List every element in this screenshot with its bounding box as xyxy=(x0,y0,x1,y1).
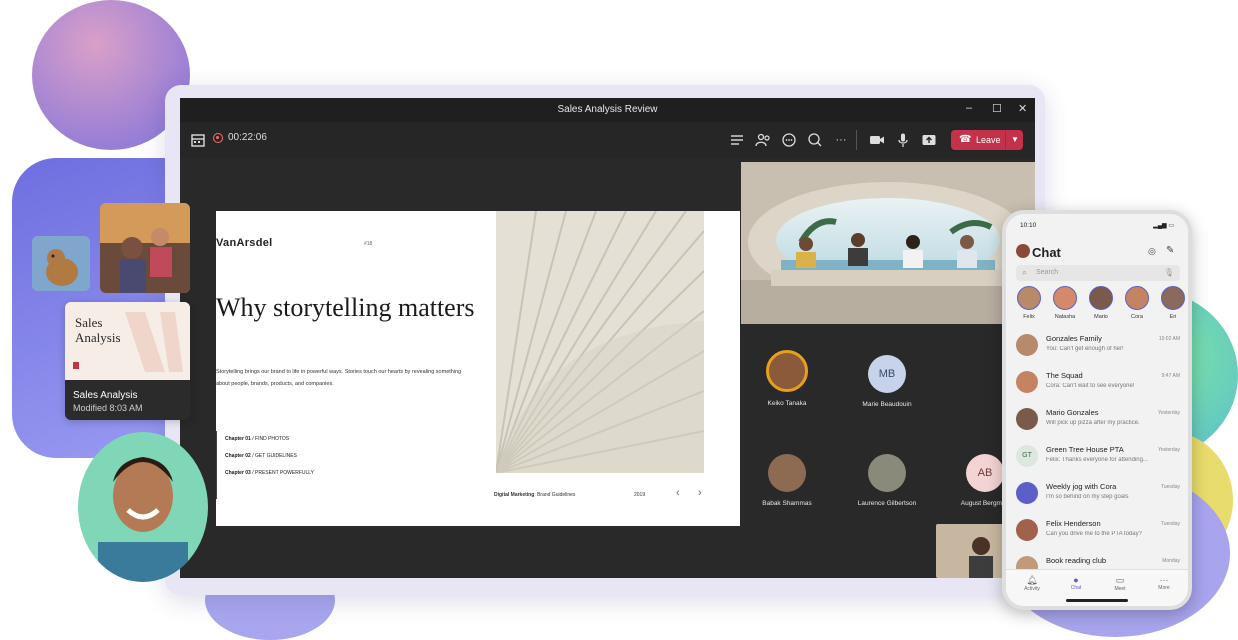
home-indicator xyxy=(1066,599,1128,602)
slide-architecture-photo xyxy=(496,211,704,473)
reactions-icon[interactable] xyxy=(806,131,824,149)
story-avatar[interactable]: Eri xyxy=(1158,286,1188,320)
slide-next-icon[interactable]: › xyxy=(698,487,702,499)
mic-icon[interactable]: 🎙︎ xyxy=(1164,268,1174,277)
more-icon[interactable]: ··· xyxy=(832,131,850,149)
avatar xyxy=(868,454,906,492)
chat-list-item[interactable]: Felix Henderson Can you drive me to the P… xyxy=(1006,514,1188,551)
shared-slide: VanArsdel #18 Why storytelling matters S… xyxy=(216,211,740,526)
avatar xyxy=(768,454,806,492)
chat-title: Chat xyxy=(1032,245,1061,260)
story-avatar[interactable]: Mario xyxy=(1086,286,1116,320)
chat-bubble-icon[interactable] xyxy=(780,131,798,149)
chapter-list: Chapter 01 / FIND PHOTOS Chapter 02 / GE… xyxy=(216,431,314,499)
signal-battery-icon: ▂▄▆ ▭ xyxy=(1153,223,1174,229)
chat-list-item[interactable]: Mario Gonzales Will pick up pizza after m… xyxy=(1006,403,1188,440)
video-call-icon[interactable]: ◎ xyxy=(1148,246,1156,257)
share-icon[interactable] xyxy=(920,131,938,149)
search-placeholder: Search xyxy=(1036,269,1059,276)
participant-name: Babak Shammas xyxy=(762,500,812,507)
minimize-icon[interactable]: – xyxy=(966,102,972,114)
avatar[interactable] xyxy=(1016,244,1030,258)
teams-meeting-window: Sales Analysis Review – ☐ ✕ 00:22:06 ···… xyxy=(180,98,1035,578)
story-avatar[interactable]: Cora xyxy=(1122,286,1152,320)
participant-name: Marie Beaudouin xyxy=(862,401,912,408)
toolbar-divider xyxy=(856,130,857,150)
bell-icon: 🔔︎ xyxy=(1026,575,1038,585)
slide-prev-icon[interactable]: ‹ xyxy=(676,487,680,499)
dog-photo xyxy=(32,236,90,291)
avatar: MB xyxy=(868,355,906,393)
window-title: Sales Analysis Review xyxy=(557,104,658,115)
meeting-toolbar: 00:22:06 ··· ☎ Leave ▼ xyxy=(180,122,1035,158)
record-icon xyxy=(213,133,223,143)
slide-year: 2019 xyxy=(634,492,646,498)
mobile-phone: 10:10 ▂▄▆ ▭ Chat ◎ ✎ ⌕ Search 🎙︎ Felix N… xyxy=(1002,210,1192,610)
maximize-icon[interactable]: ☐ xyxy=(992,102,1002,115)
file-thumbnail: Sales Analysis xyxy=(65,302,190,380)
chat-list-item[interactable]: GT Green Tree House PTA Felix: Thanks ever… xyxy=(1006,440,1188,477)
avatar xyxy=(766,350,808,392)
file-name: Sales Analysis xyxy=(73,390,138,401)
nav-more[interactable]: ··· More xyxy=(1146,575,1182,591)
compose-icon[interactable]: ✎ xyxy=(1166,245,1174,256)
nav-meet[interactable]: ▭ Meet xyxy=(1102,575,1138,592)
nav-activity[interactable]: 🔔︎ Activity xyxy=(1014,575,1050,592)
nav-chat[interactable]: ● Chat xyxy=(1058,575,1094,591)
participant-name: Keiko Tanaka xyxy=(767,400,807,407)
mic-icon[interactable] xyxy=(894,131,912,149)
chat-icon: ● xyxy=(1073,575,1079,585)
participant-tile[interactable]: MB Marie Beaudouin xyxy=(837,355,937,408)
slide-page-label: #18 xyxy=(364,241,373,247)
chapter-item: Chapter 03 / PRESENT POWERFULLY xyxy=(225,470,315,476)
participant-name: Laurence Gilbertson xyxy=(857,500,917,507)
chapter-item: Chapter 02 / GET GUIDELINES xyxy=(225,453,297,459)
together-mode-video xyxy=(741,162,1035,324)
slide-footer: Digital Marketing Brand Guidelines xyxy=(494,492,576,498)
participant-tile[interactable]: Keiko Tanaka xyxy=(737,350,837,407)
camera-icon[interactable] xyxy=(868,131,886,149)
calendar-icon[interactable] xyxy=(189,131,207,149)
phone-status-time: 10:10 xyxy=(1020,222,1037,229)
chat-list-item[interactable]: Gonzales Family You: Can't get enough of … xyxy=(1006,329,1188,366)
file-card[interactable]: Sales Analysis Sales Analysis Modified 8… xyxy=(65,302,190,420)
people-icon[interactable] xyxy=(754,131,772,149)
more-icon: ··· xyxy=(1159,575,1169,585)
phone-bottom-nav: 🔔︎ Activity ● Chat ▭ Meet ··· More xyxy=(1006,569,1188,606)
chat-list-item[interactable]: Weekly jog with Cora I'm so behind on my … xyxy=(1006,477,1188,514)
file-thumb-title: Sales Analysis xyxy=(75,315,121,345)
chat-list-item[interactable]: The Squad Cora: Can't wait to see everyon… xyxy=(1006,366,1188,403)
presenter-portrait xyxy=(78,432,208,582)
chevron-down-icon[interactable]: ▼ xyxy=(1005,130,1024,150)
search-icon: ⌕ xyxy=(1022,267,1028,277)
meet-icon: ▭ xyxy=(1115,575,1125,585)
chapter-item: Chapter 01 / FIND PHOTOS xyxy=(225,436,290,442)
slide-body-text: Storytelling brings our brand to life in… xyxy=(216,369,462,387)
avatar: AB xyxy=(966,454,1004,492)
search-input[interactable]: ⌕ Search 🎙︎ xyxy=(1016,265,1180,281)
story-avatar[interactable]: Felix xyxy=(1014,286,1044,320)
leave-button[interactable]: ☎ Leave ▼ xyxy=(951,130,1023,150)
participant-tile[interactable]: Laurence Gilbertson xyxy=(837,454,937,507)
story-avatar[interactable]: Natasha xyxy=(1050,286,1080,320)
title-bar: Sales Analysis Review – ☐ ✕ xyxy=(180,98,1035,122)
slide-heading: Why storytelling matters xyxy=(216,293,475,322)
meeting-timer: 00:22:06 xyxy=(228,132,267,143)
family-photo xyxy=(100,203,190,293)
phone-hangup-icon: ☎ xyxy=(959,134,972,145)
brand-logo: VanArsdel xyxy=(216,237,273,249)
leave-button-label: Leave xyxy=(976,135,1001,145)
participant-tile[interactable]: Babak Shammas xyxy=(737,454,837,507)
chat-list-icon[interactable] xyxy=(728,131,746,149)
close-icon[interactable]: ✕ xyxy=(1018,102,1027,115)
file-modified-time: Modified 8:03 AM xyxy=(73,403,143,413)
